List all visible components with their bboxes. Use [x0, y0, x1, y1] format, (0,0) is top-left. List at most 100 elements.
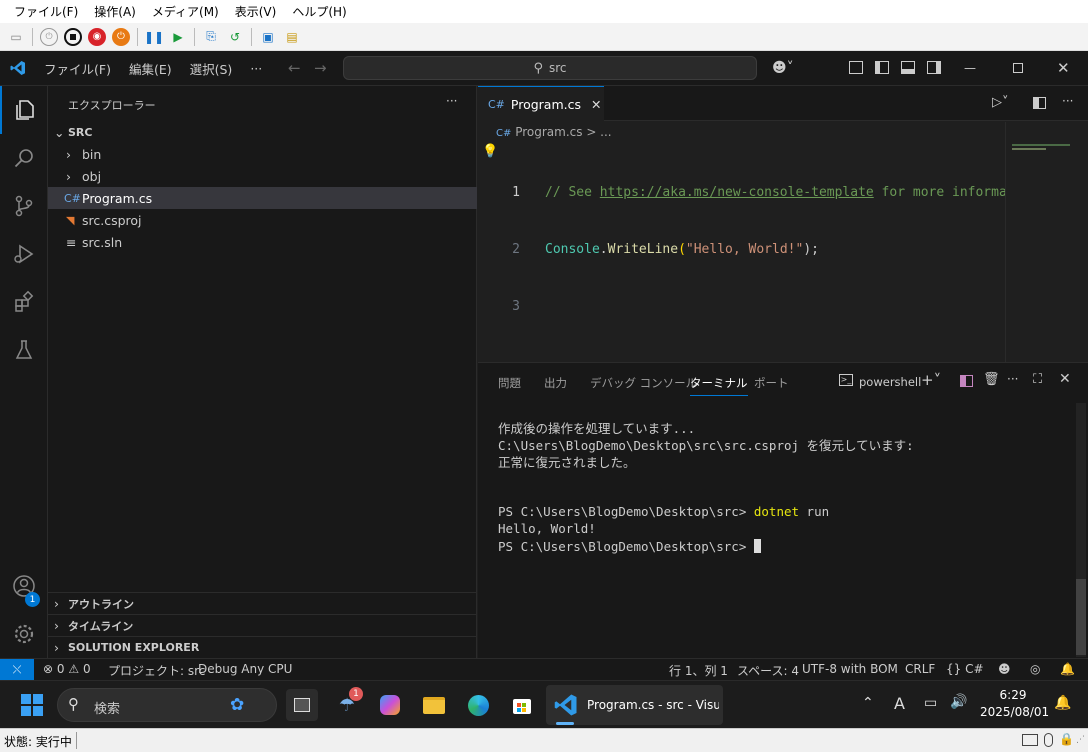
terminal-shell-label[interactable]: powershell [859, 375, 921, 389]
layout-right-icon[interactable] [927, 61, 941, 74]
tab-program-cs[interactable]: C# Program.cs ✕ [478, 86, 604, 122]
section-solution-explorer[interactable]: › SOLUTION EXPLORER [48, 636, 477, 658]
host-menu-file[interactable]: ファイル(F) [14, 3, 78, 20]
indentation[interactable]: スペース: 4 [737, 662, 799, 679]
pause-icon[interactable]: ❚❚ [144, 28, 164, 46]
clock[interactable]: 6:29 2025/08/01 [980, 687, 1049, 721]
checkpoint-icon[interactable]: ⎘ [202, 28, 220, 46]
terminal-prompt-line[interactable]: PS C:\Users\BlogDemo\Desktop\src> [498, 539, 761, 554]
settings-gear-icon[interactable] [0, 610, 48, 658]
menu-selection[interactable]: 選択(S) [186, 56, 237, 81]
new-terminal-icon[interactable]: +˅ [921, 371, 941, 389]
encoding[interactable]: UTF-8 with BOM [802, 662, 898, 676]
explorer-icon[interactable] [0, 86, 48, 134]
section-timeline[interactable]: › タイムライン [48, 614, 477, 636]
tree-item-bin[interactable]: › bin [48, 143, 477, 165]
split-editor-icon[interactable] [1033, 97, 1046, 109]
split-terminal-icon[interactable] [960, 375, 973, 387]
project-indicator[interactable]: プロジェクト: src [108, 662, 205, 679]
cursor-position[interactable]: 行 1、列 1 [669, 662, 728, 679]
resume-icon[interactable]: ▶ [169, 28, 187, 46]
search-view-icon[interactable] [0, 134, 48, 182]
layout-panel-icon[interactable] [901, 61, 915, 74]
start-icon[interactable]: ⏻ [40, 27, 58, 46]
trash-icon[interactable]: 🗑 [983, 372, 1000, 387]
tab-ports[interactable]: ポート [754, 375, 789, 391]
run-icon[interactable]: ▷˅ [992, 95, 1009, 110]
host-menu-media[interactable]: メディア(M) [152, 3, 219, 20]
tree-item-program-cs[interactable]: C# Program.cs [48, 187, 477, 209]
tree-item-src-sln[interactable]: ≡ src.sln [48, 231, 477, 253]
revert-icon[interactable]: ↺ [226, 28, 244, 46]
taskbar-vscode-app[interactable]: Program.cs - src - Visua [546, 685, 723, 725]
problems-indicator[interactable]: ⊗ 0 ⚠ 0 [43, 662, 91, 676]
remote-indicator[interactable]: ⤬ [0, 659, 34, 681]
source-control-icon[interactable] [0, 182, 48, 230]
close-tab-icon[interactable]: ✕ [591, 97, 601, 112]
host-menu-view[interactable]: 表示(V) [235, 3, 277, 20]
resize-grip-icon[interactable]: ⋰ [1076, 735, 1085, 745]
toggle-primary-sidebar-icon[interactable] [849, 61, 863, 74]
enhanced-session-icon[interactable]: ▣ [259, 28, 277, 46]
panel-more-icon[interactable]: ··· [1007, 372, 1018, 386]
host-menu-action[interactable]: 操作(A) [94, 3, 136, 20]
lightbulb-icon[interactable]: 💡 [482, 144, 498, 159]
eol[interactable]: CRLF [905, 662, 935, 676]
save-state-icon[interactable]: ⏻ [112, 27, 130, 46]
ime-mode-icon[interactable]: A [894, 694, 905, 713]
accounts-icon[interactable]: 1 [0, 562, 48, 610]
copilot-app-icon[interactable] [374, 689, 406, 721]
forward-arrow-icon[interactable]: → [314, 59, 327, 77]
section-outline[interactable]: › アウトライン [48, 592, 477, 614]
file-explorer-icon[interactable] [418, 689, 450, 721]
terminal-scroll-thumb[interactable] [1076, 579, 1086, 655]
menu-more[interactable]: ··· [246, 58, 266, 79]
copilot-status-icon[interactable]: ☻ [998, 662, 1011, 676]
run-debug-icon[interactable] [0, 230, 48, 278]
language-mode[interactable]: {} C# [946, 662, 984, 676]
weather-icon[interactable]: ☂ 1 [331, 687, 363, 721]
edge-browser-icon[interactable] [462, 689, 494, 721]
notifications-bell-icon[interactable]: 🔔 [1060, 662, 1075, 676]
taskbar-search-box[interactable]: ⚲ 検索 ✿ [57, 688, 277, 722]
editor-more-icon[interactable]: ··· [1062, 94, 1073, 108]
code-link[interactable]: https://aka.ms/new-console-template [600, 185, 874, 200]
maximize-panel-icon[interactable]: ⛶ [1033, 372, 1042, 387]
extensions-icon[interactable] [0, 278, 48, 326]
editor-scrollbar[interactable] [1075, 122, 1088, 362]
menu-edit[interactable]: 編集(E) [125, 56, 176, 81]
minimize-icon[interactable]: — [964, 61, 976, 75]
close-window-icon[interactable]: ✕ [1057, 59, 1070, 77]
command-center-search[interactable]: ⚲ src [343, 56, 757, 80]
maximize-icon[interactable] [1013, 63, 1023, 73]
close-panel-icon[interactable]: ✕ [1059, 371, 1071, 387]
tab-output[interactable]: 出力 [544, 375, 567, 391]
notification-bell-icon[interactable]: 🔔 [1054, 695, 1071, 711]
tab-debug-console[interactable]: デバッグ コンソール [590, 375, 697, 391]
back-arrow-icon[interactable]: ← [288, 59, 301, 77]
feedback-icon[interactable]: ◎ [1030, 662, 1040, 676]
tree-item-obj[interactable]: › obj [48, 165, 477, 187]
ctrl-alt-del-icon[interactable]: ▭ [7, 28, 25, 46]
volume-icon[interactable]: 🔊 [950, 694, 967, 710]
store-icon[interactable] [506, 689, 538, 721]
turnoff-icon[interactable] [64, 27, 82, 46]
task-view-icon[interactable] [286, 689, 318, 721]
tab-terminal[interactable]: ターミナル [690, 375, 748, 396]
windows-start-icon[interactable] [16, 689, 48, 721]
build-config[interactable]: Debug Any CPU [198, 662, 292, 676]
tab-problems[interactable]: 問題 [498, 375, 521, 391]
network-icon[interactable]: ▭ [924, 695, 937, 711]
shutdown-icon[interactable]: ◉ [88, 27, 106, 46]
tray-overflow-icon[interactable]: ⌃ [862, 695, 874, 711]
copilot-icon[interactable]: ☻˅ [772, 60, 794, 76]
testing-icon[interactable] [0, 326, 48, 374]
explorer-more-icon[interactable]: ··· [446, 94, 457, 108]
breadcrumb[interactable]: C# Program.cs > ... [496, 125, 612, 139]
tree-item-src-csproj[interactable]: ◥ src.csproj [48, 209, 477, 231]
folder-root-src[interactable]: ⌄ SRC [48, 121, 477, 143]
terminal-scrollbar[interactable] [1076, 403, 1086, 657]
share-icon[interactable]: ▤ [283, 28, 301, 46]
minimap[interactable] [1005, 122, 1075, 362]
layout-left-icon[interactable] [875, 61, 889, 74]
